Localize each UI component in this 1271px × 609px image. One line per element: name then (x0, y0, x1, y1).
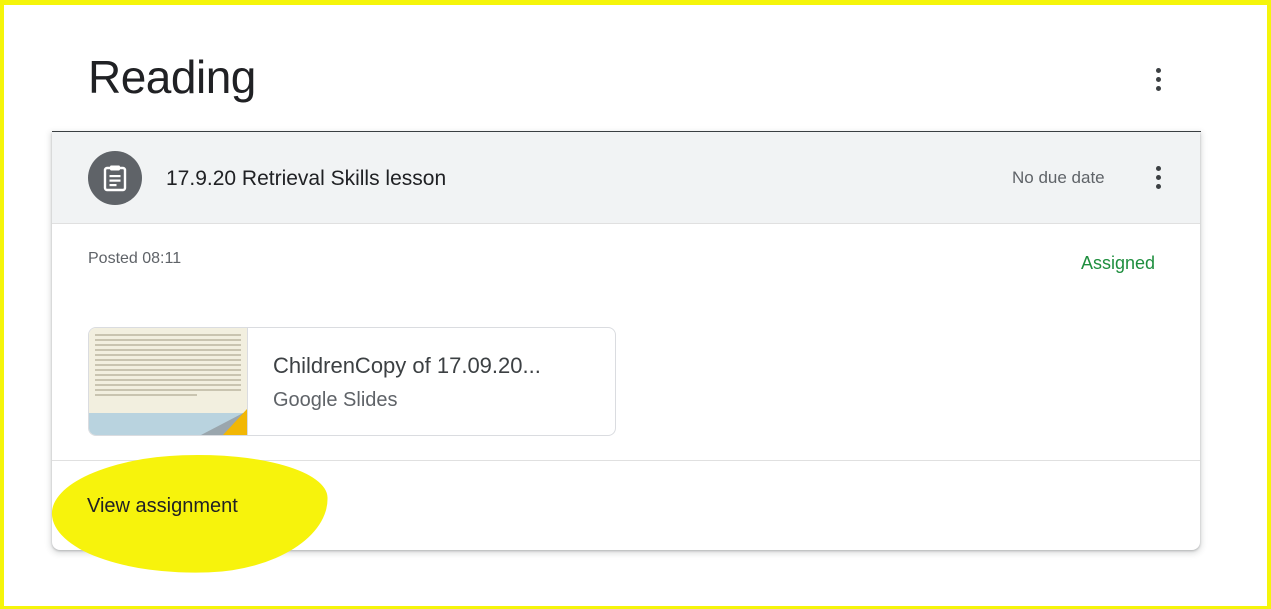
view-assignment-link[interactable]: View assignment (87, 495, 238, 518)
thumbnail-text-lines (95, 334, 241, 399)
dot (1155, 174, 1161, 180)
thumbnail-shape (223, 409, 247, 435)
dot (1155, 165, 1161, 171)
posted-time: Posted 08:11 (88, 250, 182, 267)
slides-thumbnail (89, 328, 248, 435)
dot (1155, 85, 1161, 91)
assignment-title[interactable]: 17.9.20 Retrieval Skills lesson (166, 167, 446, 191)
attachment-type: Google Slides (273, 389, 398, 411)
dot (1155, 183, 1161, 189)
due-date: No due date (1012, 168, 1105, 187)
topic-title: Reading (88, 51, 256, 103)
status-badge: Assigned (1081, 253, 1156, 273)
dot (1155, 67, 1161, 73)
assignment-more-options-icon[interactable] (1144, 160, 1172, 194)
attachment-card[interactable]: ChildrenCopy of 17.09.20... Google Slide… (88, 327, 616, 436)
assignment-header[interactable]: 17.9.20 Retrieval Skills lesson No due d… (52, 132, 1200, 224)
attachment-name: ChildrenCopy of 17.09.20... (273, 353, 541, 378)
assignment-icon (88, 151, 142, 205)
dot (1155, 76, 1161, 82)
topic-more-options-icon[interactable] (1144, 62, 1172, 96)
